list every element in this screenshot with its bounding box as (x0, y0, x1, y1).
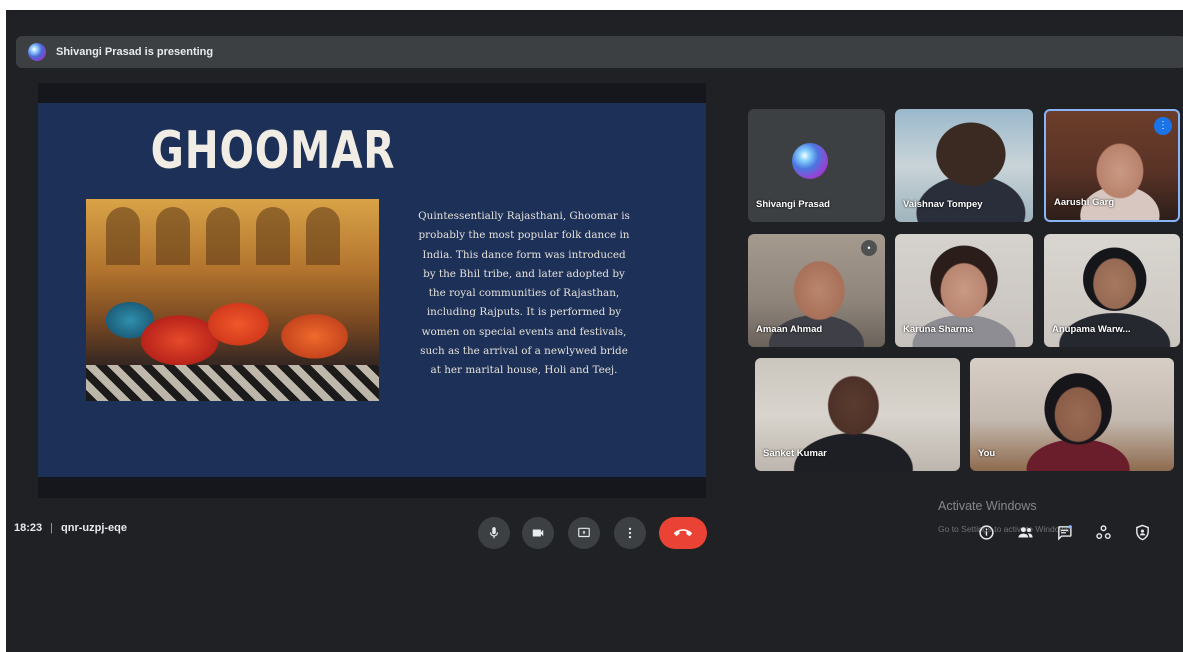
presenting-text: Shivangi Prasad is presenting (56, 46, 214, 58)
meeting-info: 18:23 | qnr-uzpj-eqe (14, 522, 127, 534)
more-options-icon (628, 527, 632, 539)
more-options-button[interactable] (614, 517, 646, 549)
slide-body-line: Quintessentially Rajasthani, Ghoomar is (418, 210, 630, 222)
participant-name: Amaan Ahmad (756, 324, 823, 335)
participant-tile[interactable]: Karuna Sharma (895, 234, 1033, 347)
slide: GHOOMAR Quintessentially Rajasthani, Gho… (38, 103, 706, 477)
slide-body-line: such as the arrival of a newlywed bride (420, 345, 628, 358)
muted-icon: • (861, 240, 877, 256)
chat-icon[interactable] (1056, 524, 1073, 541)
participant-tile[interactable]: Vaishnav Tompey (895, 109, 1033, 222)
participant-name: You (978, 448, 996, 459)
slide-body-line: by the Bhil tribe, and later adopted by (423, 267, 625, 280)
participant-name: Vaishnav Tompey (903, 199, 983, 210)
speaking-indicator-icon: ⋮ (1154, 117, 1172, 135)
dance-photo (86, 199, 379, 401)
slide-body-line: probably the most popular folk dance in (418, 229, 630, 242)
participant-name: Shivangi Prasad (756, 199, 830, 210)
participant-name: Sanket Kumar (763, 448, 827, 459)
presenting-banner: Shivangi Prasad is presenting (16, 36, 1183, 68)
slide-body-line: India. This dance form was introduced (422, 248, 626, 261)
participant-tile[interactable]: Sanket Kumar (755, 358, 960, 471)
end-call-icon (674, 529, 692, 536)
slide-body-line: including Rajputs. It is performed by (426, 306, 622, 319)
presenter-avatar (28, 43, 46, 61)
meet-window: Shivangi Prasad is presenting GHOOMAR Qu… (6, 10, 1183, 652)
people-icon[interactable] (1017, 524, 1034, 541)
participant-tile[interactable]: • Amaan Ahmad (748, 234, 885, 347)
avatar (792, 143, 828, 179)
participant-tile-self[interactable]: You (970, 358, 1174, 471)
activities-icon[interactable] (1095, 524, 1112, 541)
activate-windows-title: Activate Windows (938, 499, 1037, 513)
present-icon (578, 527, 590, 538)
slide-body: Quintessentially Rajasthani, Ghoomar is … (394, 207, 654, 381)
meeting-time: 18:23 (14, 522, 43, 534)
participant-name: Karuna Sharma (903, 324, 974, 335)
present-button[interactable] (568, 517, 600, 549)
mic-icon (489, 527, 499, 539)
info-icon[interactable] (978, 524, 995, 541)
meeting-code[interactable]: qnr-uzpj-eqe (61, 522, 127, 534)
participant-name: Anupama Warw... (1052, 324, 1131, 335)
meeting-separator: | (50, 522, 53, 534)
slide-body-line: at her marital house, Holi and Teej. (430, 364, 618, 377)
end-call-button[interactable] (659, 517, 707, 549)
participant-name: Aarushi Garg (1054, 197, 1115, 208)
side-controls (978, 524, 1151, 541)
participant-tile[interactable]: Shivangi Prasad (748, 109, 885, 222)
presentation-area[interactable]: GHOOMAR Quintessentially Rajasthani, Gho… (38, 83, 706, 498)
slide-title: GHOOMAR (150, 121, 396, 181)
host-controls-icon[interactable] (1134, 524, 1151, 541)
mic-button[interactable] (478, 517, 510, 549)
camera-button[interactable] (522, 517, 554, 549)
participant-tile[interactable]: Anupama Warw... (1044, 234, 1180, 347)
camera-icon (532, 529, 544, 537)
slide-body-line: women on special events and festivals, (421, 325, 627, 338)
participant-tile[interactable]: ⋮ Aarushi Garg (1044, 109, 1180, 222)
slide-body-line: the royal communities of Rajasthan, (428, 287, 620, 300)
